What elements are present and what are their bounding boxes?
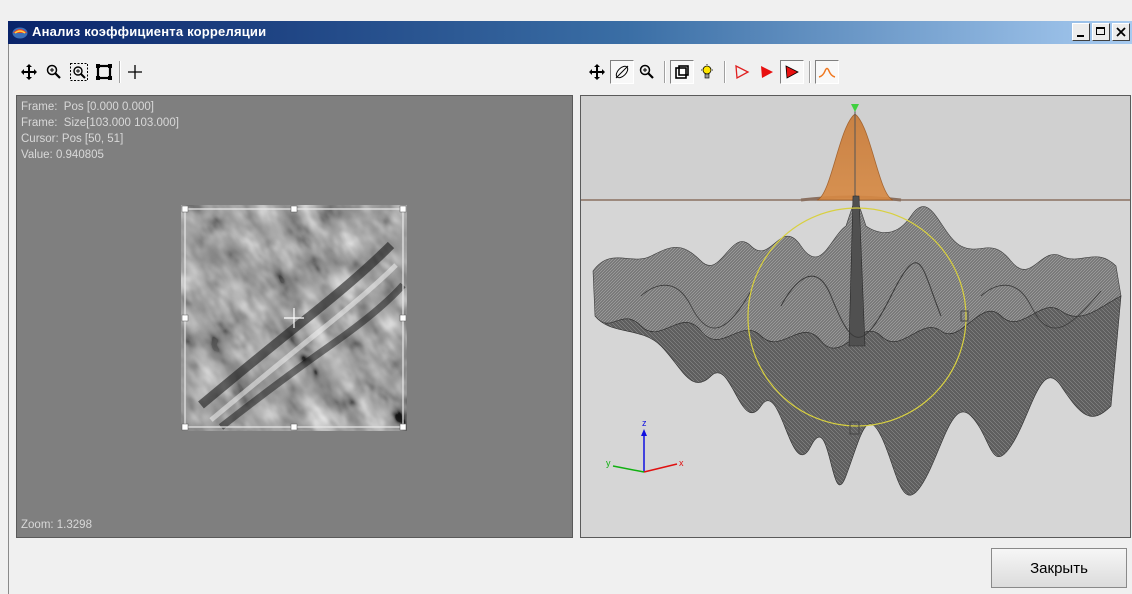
- pan-button[interactable]: [17, 60, 41, 84]
- value-label: Value: 0.940805: [21, 149, 104, 161]
- close-window-button[interactable]: [1112, 23, 1130, 41]
- profile-curve-button[interactable]: [815, 60, 839, 84]
- correlation-texture-image[interactable]: [181, 205, 407, 431]
- maximize-icon: [1096, 27, 1105, 35]
- frame-pos-label: Frame: Pos [0.000 0.000]: [21, 101, 154, 113]
- pan-icon: [21, 64, 37, 80]
- axis-x-label: x: [679, 458, 684, 468]
- toolbar-separator: [724, 61, 726, 83]
- light-toggle-button[interactable]: [695, 60, 719, 84]
- frame-size-label: Frame: Size[103.000 103.000]: [21, 117, 179, 129]
- crosshair-button[interactable]: [123, 60, 147, 84]
- title-bar[interactable]: Анализ коэффициента корреляции: [8, 21, 1132, 44]
- cone-pressed-icon: [785, 65, 799, 79]
- zoom-icon: [46, 64, 61, 79]
- axis-z-label: z: [642, 418, 647, 428]
- fit-frame-button[interactable]: [92, 60, 116, 84]
- app-icon: [12, 27, 28, 39]
- profile-curve-icon: [818, 67, 836, 78]
- rotate-button[interactable]: [610, 60, 634, 84]
- correlation-image-panel[interactable]: Frame: Pos [0.000 0.000] Frame: Size[103…: [16, 95, 573, 538]
- zoom-region-button[interactable]: [67, 60, 91, 84]
- cone-solid-icon: [761, 66, 773, 78]
- surface-3d-canvas[interactable]: z x y: [581, 96, 1130, 537]
- fit-frame-icon: [96, 64, 112, 80]
- axis-y-label: y: [606, 458, 611, 468]
- zoom-label: Zoom: 1.3298: [21, 519, 92, 531]
- toolbar-separator: [119, 61, 121, 83]
- pan-icon: [589, 64, 605, 80]
- frame-icon: [675, 65, 689, 79]
- toolbar-separator: [664, 61, 666, 83]
- cone-pressed-button[interactable]: [780, 60, 804, 84]
- window-title: Анализ коэффициента корреляции: [32, 24, 267, 39]
- surface-3d-view[interactable]: z x y: [580, 95, 1131, 538]
- frame-toggle-button[interactable]: [670, 60, 694, 84]
- zoom-3d-button[interactable]: [635, 60, 659, 84]
- minimize-button[interactable]: [1072, 23, 1090, 41]
- left-toolbar: [17, 58, 148, 86]
- cone-solid-button[interactable]: [755, 60, 779, 84]
- close-icon: [1116, 27, 1126, 37]
- light-icon: [701, 64, 713, 79]
- minimize-icon: [1077, 35, 1084, 37]
- cone-outline-icon: [735, 64, 750, 80]
- right-toolbar: [585, 58, 840, 86]
- rotate-icon: [615, 65, 629, 79]
- maximize-button[interactable]: [1092, 23, 1110, 41]
- crosshair-icon: [128, 65, 142, 79]
- close-button[interactable]: Закрыть: [991, 548, 1127, 588]
- zoom-region-icon: [70, 63, 88, 81]
- zoom-icon: [639, 64, 654, 79]
- cone-outline-button[interactable]: [730, 60, 754, 84]
- cursor-pos-label: Cursor: Pos [50, 51]: [21, 133, 124, 145]
- zoom-button[interactable]: [42, 60, 66, 84]
- toolbar-separator: [809, 61, 811, 83]
- pan-3d-button[interactable]: [585, 60, 609, 84]
